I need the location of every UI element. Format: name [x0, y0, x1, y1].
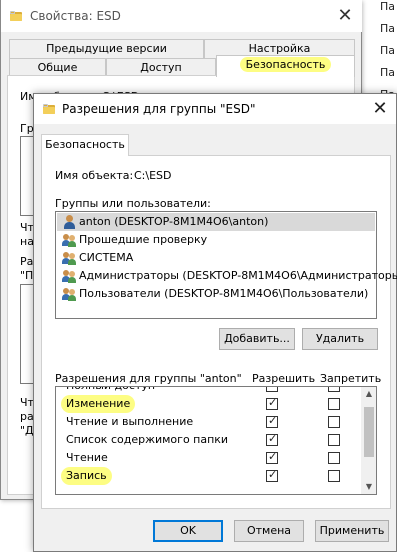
permission-row: Чтение ✓	[56, 449, 360, 467]
list-item[interactable]: Администраторы (DESKTOP-8M1M4O6\Админист…	[57, 267, 397, 285]
permission-row: Запись ✓	[56, 467, 360, 485]
permissions-title-bar[interactable]: Разрешения для группы "ESD" ✕	[34, 94, 396, 124]
permission-row: Полный доступ ✓	[56, 387, 360, 395]
deny-checkbox[interactable]	[328, 434, 340, 446]
permissions-list[interactable]: Полный доступ ✓ Изменение ✓ Чтение и вып…	[55, 386, 377, 495]
tab-security-label: Безопасность	[239, 57, 332, 72]
scroll-down-icon[interactable]: ▼	[361, 480, 376, 494]
partial-text: на	[20, 235, 34, 248]
checkmark-icon: ✓	[268, 468, 278, 481]
checkmark-icon: ✓	[268, 387, 277, 392]
permission-name: Запись	[61, 467, 112, 485]
apply-button[interactable]: Применить	[315, 520, 389, 542]
checkmark-icon: ✓	[268, 432, 278, 445]
users-group-icon	[62, 287, 77, 301]
permission-row: Список содержимого папки ✓	[56, 431, 360, 449]
permissions-scrollbar[interactable]: ▲ ▼	[361, 387, 376, 494]
properties-title-bar[interactable]: Свойства: ESD ✕	[1, 0, 362, 32]
deny-checkbox[interactable]	[328, 387, 340, 392]
list-item[interactable]: anton (DESKTOP-8M1M4O6\anton)	[57, 213, 375, 231]
permission-name: Полный доступ	[66, 387, 155, 395]
deny-checkbox[interactable]	[328, 452, 340, 464]
users-group-icon	[62, 233, 77, 247]
tab-previous-versions[interactable]: Предыдущие версии	[9, 39, 204, 59]
user-icon	[62, 215, 77, 229]
deny-header: Запретить	[320, 372, 382, 385]
user-label: Прошедшие проверку	[79, 233, 208, 246]
allow-checkbox[interactable]: ✓	[266, 432, 278, 446]
permissions-label: Разрешения для группы "anton"	[55, 372, 242, 385]
user-label: СИСТЕМА	[79, 251, 134, 264]
close-icon[interactable]: ✕	[331, 2, 359, 30]
checkmark-icon: ✓	[268, 396, 278, 409]
groups-label: Группы или пользователи:	[55, 197, 211, 210]
remove-button[interactable]: Удалить	[302, 328, 378, 350]
list-item[interactable]: Па	[380, 66, 397, 86]
list-item[interactable]: Па	[380, 22, 397, 42]
checkmark-icon: ✓	[268, 450, 278, 463]
list-item[interactable]: СИСТЕМА	[57, 249, 375, 267]
deny-checkbox[interactable]	[328, 416, 340, 428]
permissions-title: Разрешения для группы "ESD"	[62, 102, 256, 116]
allow-checkbox[interactable]: ✓	[266, 387, 278, 392]
cancel-button[interactable]: Отмена	[234, 520, 304, 542]
object-name-value: C:\ESD	[134, 169, 172, 182]
folder-icon	[43, 104, 55, 114]
user-label: Пользователи (DESKTOP-8M1M4O6\Пользовате…	[79, 287, 369, 300]
permission-row: Чтение и выполнение ✓	[56, 413, 360, 431]
properties-title: Свойства: ESD	[30, 9, 121, 23]
list-item[interactable]: Па	[380, 44, 397, 64]
permission-row: Изменение ✓	[56, 395, 360, 413]
list-item[interactable]: Па	[380, 0, 397, 20]
tab-security[interactable]: Безопасность	[41, 134, 129, 156]
security-panel: Имя объекта: C:\ESD Группы или пользоват…	[41, 155, 397, 509]
allow-checkbox[interactable]: ✓	[266, 414, 278, 428]
partial-text: "П	[20, 269, 34, 282]
object-name-label: Имя объекта:	[55, 169, 134, 182]
scroll-up-icon[interactable]: ▲	[361, 387, 376, 401]
partial-text: ра	[20, 410, 34, 423]
permissions-dialog: Разрешения для группы "ESD" ✕ Безопаснос…	[33, 93, 397, 552]
ok-button[interactable]: OK	[153, 520, 223, 542]
deny-checkbox[interactable]	[328, 398, 340, 410]
list-item[interactable]: Пользователи (DESKTOP-8M1M4O6\Пользовате…	[57, 285, 375, 303]
deny-checkbox[interactable]	[328, 470, 340, 482]
partial-text: "Д	[20, 424, 34, 437]
allow-checkbox[interactable]: ✓	[266, 450, 278, 464]
permission-name: Чтение и выполнение	[66, 415, 194, 428]
checkmark-icon: ✓	[268, 414, 278, 427]
folder-icon	[10, 11, 22, 21]
allow-checkbox[interactable]: ✓	[266, 468, 278, 482]
scroll-thumb[interactable]	[364, 407, 374, 457]
add-button[interactable]: Добавить...	[219, 328, 295, 350]
permission-name: Чтение	[66, 451, 108, 464]
permission-name: Список содержимого папки	[66, 433, 229, 446]
tab-security[interactable]: Безопасность	[216, 55, 355, 77]
user-label: Администраторы (DESKTOP-8M1M4O6\Админист…	[79, 269, 397, 282]
close-icon[interactable]: ✕	[366, 95, 394, 123]
users-list[interactable]: anton (DESKTOP-8M1M4O6\anton) Прошедшие …	[55, 211, 397, 319]
list-item[interactable]: Прошедшие проверку	[57, 231, 375, 249]
users-group-icon	[62, 251, 77, 265]
allow-checkbox[interactable]: ✓	[266, 396, 278, 410]
allow-header: Разрешить	[252, 372, 316, 385]
user-label: anton (DESKTOP-8M1M4O6\anton)	[79, 215, 269, 228]
permission-name: Изменение	[61, 395, 136, 413]
users-group-icon	[62, 269, 77, 283]
